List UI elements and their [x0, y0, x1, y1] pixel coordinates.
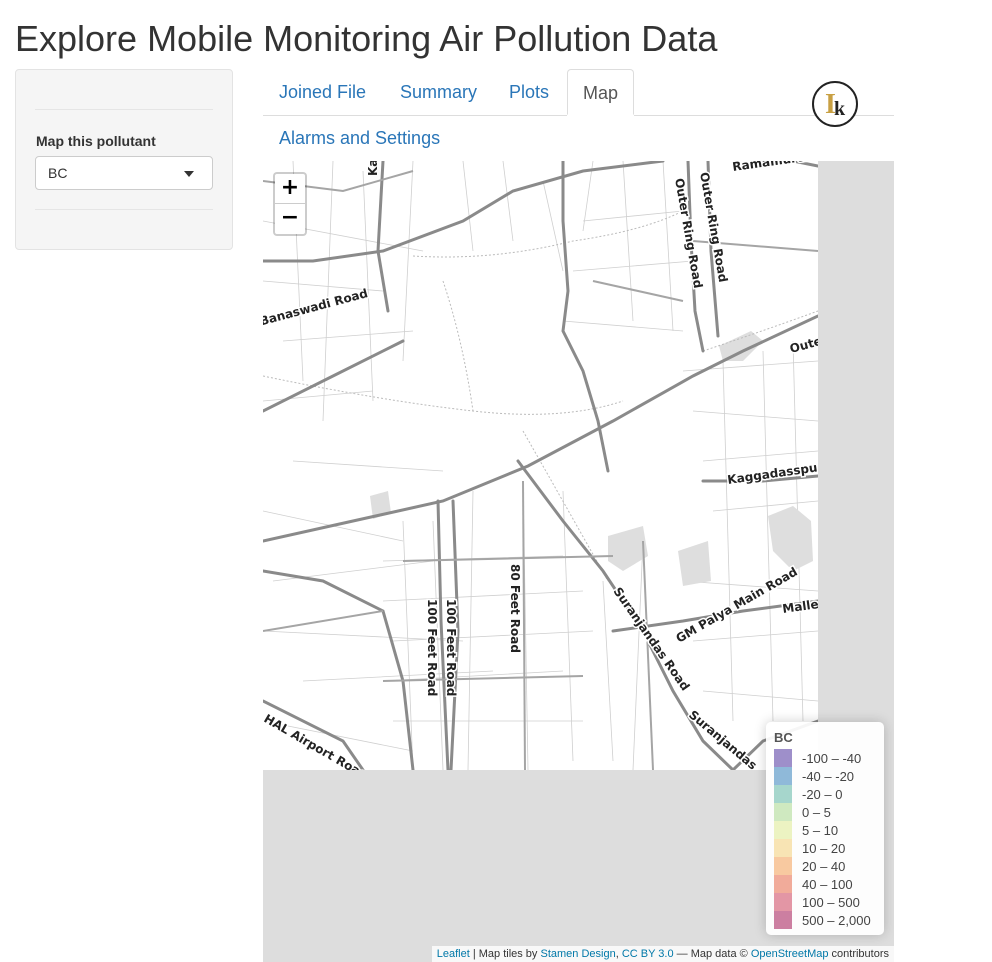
legend-label: 10 – 20	[802, 840, 846, 856]
legend-swatch	[774, 749, 792, 767]
legend-item: -100 – -40	[774, 749, 878, 767]
legend-swatch	[774, 821, 792, 839]
zoom-out-button[interactable]: −	[275, 204, 305, 234]
legend-swatch	[774, 839, 792, 857]
sidebar-divider-top	[35, 109, 213, 110]
legend-item: 0 – 5	[774, 803, 878, 821]
zoom-in-button[interactable]: +	[275, 174, 305, 204]
legend-item: 20 – 40	[774, 857, 878, 875]
legend-swatch	[774, 767, 792, 785]
app-page: Explore Mobile Monitoring Air Pollution …	[0, 0, 992, 962]
legend-swatch	[774, 911, 792, 929]
pollutant-select-label: Map this pollutant	[36, 133, 156, 149]
legend-item: 500 – 2,000	[774, 911, 878, 929]
map-zoom-control: + −	[273, 172, 307, 236]
legend-label: 0 – 5	[802, 804, 831, 820]
stamen-link[interactable]: Stamen Design	[540, 948, 615, 960]
leaflet-link[interactable]: Leaflet	[437, 948, 470, 960]
legend-label: 500 – 2,000	[802, 912, 871, 928]
tab-map[interactable]: Map	[567, 69, 634, 115]
legend-swatch	[774, 785, 792, 803]
tab-alarms-and-settings[interactable]: Alarms and Settings	[279, 115, 440, 161]
legend-item: -20 – 0	[774, 785, 878, 803]
logo-mark: k	[834, 98, 846, 120]
legend-label: -100 – -40	[802, 750, 862, 766]
tab-summary[interactable]: Summary	[400, 69, 477, 115]
legend-swatch	[774, 803, 792, 821]
chevron-down-icon[interactable]	[184, 171, 194, 177]
legend-title: BC	[774, 730, 793, 745]
legend-label: 20 – 40	[802, 858, 846, 874]
legend-item: 10 – 20	[774, 839, 878, 857]
map-legend: BC -100 – -40 -40 – -20 -20 – 0 0 – 5 5 – 10…	[766, 722, 884, 935]
legend-item: 5 – 10	[774, 821, 878, 839]
legend-label: 40 – 100	[802, 876, 853, 892]
svg-text:100 Feet Road: 100 Feet Road	[425, 599, 439, 696]
legend-label: -40 – -20	[802, 768, 855, 784]
legend-item: 40 – 100	[774, 875, 878, 893]
attribution-text: | Map tiles by	[469, 948, 541, 960]
app-logo: I k	[812, 81, 858, 127]
legend-label: -20 – 0	[802, 786, 843, 802]
map-tiles[interactable]: Banaswadi Road Outer Ring Road Outer Rin…	[263, 161, 850, 784]
legend-item: 100 – 500	[774, 893, 878, 911]
pollutant-select[interactable]: BC	[35, 156, 213, 190]
map-tile-graphic: Banaswadi Road Outer Ring Road Outer Rin…	[263, 161, 850, 784]
sidebar-panel: Map this pollutant BC	[15, 69, 233, 250]
legend-item: -40 – -20	[774, 767, 878, 785]
legend-swatch	[774, 893, 792, 911]
map-attribution: Leaflet | Map tiles by Stamen Design, CC…	[431, 946, 894, 962]
attribution-text: contributors	[828, 948, 889, 960]
map-container[interactable]: Banaswadi Road Outer Ring Road Outer Rin…	[263, 161, 894, 962]
legend-swatch	[774, 857, 792, 875]
osm-link[interactable]: OpenStreetMap	[751, 948, 829, 960]
page-title: Explore Mobile Monitoring Air Pollution …	[15, 18, 718, 59]
svg-text:80 Feet Road: 80 Feet Road	[508, 564, 522, 653]
legend-label: 100 – 500	[802, 894, 860, 910]
legend-label: 5 – 10	[802, 822, 839, 838]
tab-joined-file[interactable]: Joined File	[279, 69, 366, 115]
attribution-text: — Map data ©	[673, 948, 751, 960]
legend-swatch	[774, 875, 792, 893]
cc-license-link[interactable]: CC BY 3.0	[622, 948, 674, 960]
tab-plots[interactable]: Plots	[509, 69, 549, 115]
legend-rows: -100 – -40 -40 – -20 -20 – 0 0 – 5 5 – 10 10 …	[774, 749, 878, 929]
pollutant-select-value: BC	[48, 165, 68, 181]
svg-text:100 Feet Road: 100 Feet Road	[444, 599, 458, 696]
sidebar-divider-bottom	[35, 209, 213, 210]
svg-text:Kamm: Kamm	[366, 161, 380, 176]
